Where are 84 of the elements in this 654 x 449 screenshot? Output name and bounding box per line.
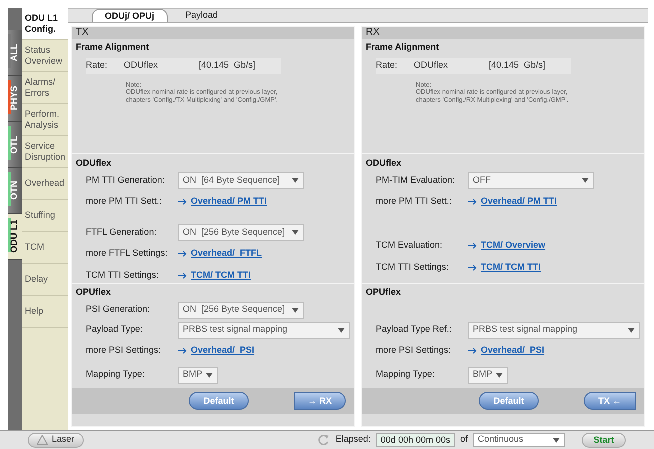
side-tab-label: OTN [8,181,20,200]
field-label: Payload Type: [86,323,144,336]
dropdown-caret-icon [292,308,299,312]
rate-unit: [40.145 Gb/s] [489,58,546,72]
side-tab[interactable]: OTL [8,122,22,168]
side-tab[interactable]: PHYS [8,76,22,122]
refresh-icon [316,434,331,446]
menu-item[interactable]: ODU L1 Config. [22,8,68,40]
section-title: ODUflex [76,157,113,170]
link[interactable]: Overhead/ FTFL [191,246,262,260]
dropdown-caret-icon [206,372,213,378]
dropdown-caret-icon [496,372,503,378]
start-button[interactable]: Start [582,432,626,448]
section-title: OPUflex [76,286,112,299]
field-label: Mapping Type: [86,368,146,382]
duration-dropdown[interactable]: Continuous [473,433,565,447]
dropdown[interactable]: BMP [178,366,218,384]
dropdown-caret-icon [582,178,589,183]
link[interactable]: Overhead/ PM TTI [481,194,558,208]
side-tab[interactable]: ALL [8,30,22,76]
link[interactable]: TCM/ TCM TTI [191,268,251,282]
dropdown-caret-icon [338,328,345,332]
column-header: TX [72,27,354,39]
field-label: Rate: [376,58,399,72]
field-label: PSI Generation: [86,303,152,316]
side-tab-label: PHYS [8,86,20,111]
field-label: TCM Evaluation: [376,239,444,252]
link[interactable]: Overhead/ PSI [481,344,545,358]
field-label: more PSI Settings: [86,344,162,358]
field-label: TCM TTI Settings: [86,268,160,282]
warning-triangle-icon [37,435,48,445]
side-tab-label: OTL [8,136,20,154]
side-tab-label: ODU L1 [8,220,20,253]
section-title: ODUflex [366,157,403,170]
dropdown[interactable]: ON [256 Byte Sequence] [178,224,304,241]
section-title: Frame Alignment [366,41,440,54]
arrow-right-icon [178,272,187,278]
dropdown[interactable]: PRBS test signal mapping [468,322,640,338]
link[interactable]: Overhead/ PSI [191,344,255,358]
laser-button[interactable]: Laser [28,432,84,448]
column-header: RX [362,27,644,39]
section-title: OPUflex [366,286,402,299]
dropdown-caret-icon [628,328,635,332]
field-label: TCM TTI Settings: [376,261,450,274]
arrow-right-icon [178,198,187,204]
field-label: Payload Type Ref.: [376,323,453,336]
arrow-right-icon [178,250,187,256]
side-tab[interactable]: OTN [8,168,22,214]
field-label: more FTFL Settings: [86,246,169,260]
dropdown[interactable]: ON [256 Byte Sequence] [178,302,304,318]
rate-unit: [40.145 Gb/s] [199,58,256,72]
side-tab-label: ALL [8,44,20,62]
field-label: FTFL Generation: [86,226,158,239]
field-label: Mapping Type: [376,368,436,382]
dropdown-caret-icon [553,438,560,442]
dropdown-caret-icon [292,230,299,235]
field-label: Rate: [86,58,109,72]
dropdown[interactable]: BMP [468,366,508,384]
arrow-right-icon [468,265,477,271]
field-label: more PM TTI Sett.: [376,194,453,208]
field-label: PM TTI Generation: [86,174,166,187]
elapsed-field: 00d 00h 00m 00s [376,433,456,447]
side-tab[interactable]: ODU L1 [8,214,22,260]
elapsed-label: Elapsed: [336,433,371,446]
arrow-right-icon [178,348,187,354]
field-label: PM-TIM Evaluation: [376,174,456,187]
field-label: more PSI Settings: [376,344,452,358]
of-label: of [460,433,468,446]
link[interactable]: TCM/ TCM TTI [481,261,541,275]
tab[interactable]: Payload [174,9,230,22]
dropdown-caret-icon [292,178,299,183]
rate-value: ODUflex [124,58,160,72]
link[interactable]: Overhead/ PM TTI [191,194,268,208]
link[interactable]: TCM/ Overview [481,239,546,253]
section-title: Frame Alignment [76,41,150,54]
arrow-right-icon [468,198,477,204]
arrow-right-icon [468,348,477,354]
dropdown[interactable]: PRBS test signal mapping [178,322,350,338]
dropdown[interactable]: ON [64 Byte Sequence] [178,172,304,189]
rate-value: ODUflex [414,58,450,72]
field-label: more PM TTI Sett.: [86,194,163,208]
arrow-right-icon [468,243,477,249]
dropdown[interactable]: OFF [468,172,594,189]
tab[interactable]: ODUj/ OPUj [92,9,168,22]
